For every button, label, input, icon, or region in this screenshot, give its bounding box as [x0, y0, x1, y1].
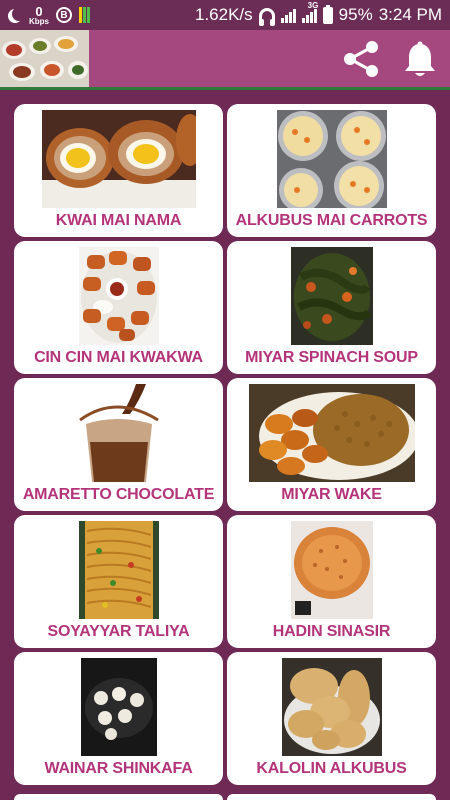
- recipe-card[interactable]: SOYAYYAR TALIYA: [14, 515, 223, 648]
- recipe-card[interactable]: ALKUBUS MAI CARROTS: [227, 104, 436, 237]
- signal-strength-icon: [79, 7, 90, 23]
- share-icon[interactable]: [340, 38, 382, 80]
- recipe-card-partial[interactable]: [14, 794, 223, 800]
- recipe-card[interactable]: CIN CIN MAI KWAKWA: [14, 241, 223, 374]
- chocolate-drink-image: [55, 384, 182, 482]
- next-row-peek: [14, 794, 436, 800]
- network-type: 3G: [307, 0, 319, 10]
- carrot-bread-pans-image: [276, 110, 387, 208]
- beans-and-plantain-image: [248, 384, 415, 482]
- network-speed: 1.62K/s: [195, 5, 253, 24]
- recipe-card[interactable]: WAINAR SHINKAFA: [14, 652, 223, 785]
- bell-icon[interactable]: [400, 40, 440, 80]
- battery-percent: 95%: [338, 5, 373, 24]
- recipe-card[interactable]: MIYAR SPINACH SOUP: [227, 241, 436, 374]
- masa-pan-image: [80, 658, 157, 756]
- speed-unit: Kbps: [29, 16, 49, 26]
- moon-icon: [12, 7, 26, 21]
- recipe-card[interactable]: KWAI MAI NAMA: [14, 104, 223, 237]
- steamed-bread-rolls-image: [281, 658, 382, 756]
- headset-icon: [258, 8, 275, 26]
- wifi-signal-icon: [280, 8, 296, 23]
- stir-fried-noodles-image: [78, 521, 159, 619]
- recipe-title: KWAI MAI NAMA: [55, 212, 182, 229]
- recipe-grid: KWAI MAI NAMA ALKUBUS MAI CARROTS CIN CI…: [14, 104, 436, 785]
- spinach-soup-image: [290, 247, 373, 345]
- recipe-title: AMARETTO CHOCOLATE: [22, 486, 215, 503]
- recipe-title: SOYAYYAR TALIYA: [47, 623, 190, 640]
- app-bar: [0, 30, 450, 90]
- recipe-card-partial[interactable]: [227, 794, 436, 800]
- b-badge-icon: B: [56, 7, 72, 23]
- data-speed-indicator: 0 Kbps: [29, 5, 49, 26]
- battery-icon: [322, 4, 333, 24]
- status-bar: 0 Kbps B 1.62K/s 3G 95% 3:24 PM: [0, 0, 450, 30]
- recipe-card[interactable]: AMARETTO CHOCOLATE: [14, 378, 223, 511]
- speed-value: 0: [35, 3, 43, 19]
- recipe-title: HADIN SINASIR: [272, 623, 391, 640]
- recipe-card[interactable]: MIYAR WAKE: [227, 378, 436, 511]
- recipe-title: ALKUBUS MAI CARROTS: [235, 212, 428, 229]
- scotch-eggs-image: [41, 110, 196, 208]
- cell-signal-icon: 3G: [301, 1, 318, 23]
- clock: 3:24 PM: [378, 5, 442, 24]
- fried-chinchin-bowl-image: [78, 247, 159, 345]
- app-logo[interactable]: [0, 30, 89, 87]
- recipe-card[interactable]: KALOLIN ALKUBUS: [227, 652, 436, 785]
- recipe-title: MIYAR SPINACH SOUP: [245, 349, 418, 366]
- recipe-title: KALOLIN ALKUBUS: [256, 760, 407, 777]
- recipe-card[interactable]: HADIN SINASIR: [227, 515, 436, 648]
- pancake-image: [290, 521, 373, 619]
- recipe-title: MIYAR WAKE: [281, 486, 382, 503]
- recipe-title: WAINAR SHINKAFA: [44, 760, 193, 777]
- recipe-title: CIN CIN MAI KWAKWA: [34, 349, 203, 366]
